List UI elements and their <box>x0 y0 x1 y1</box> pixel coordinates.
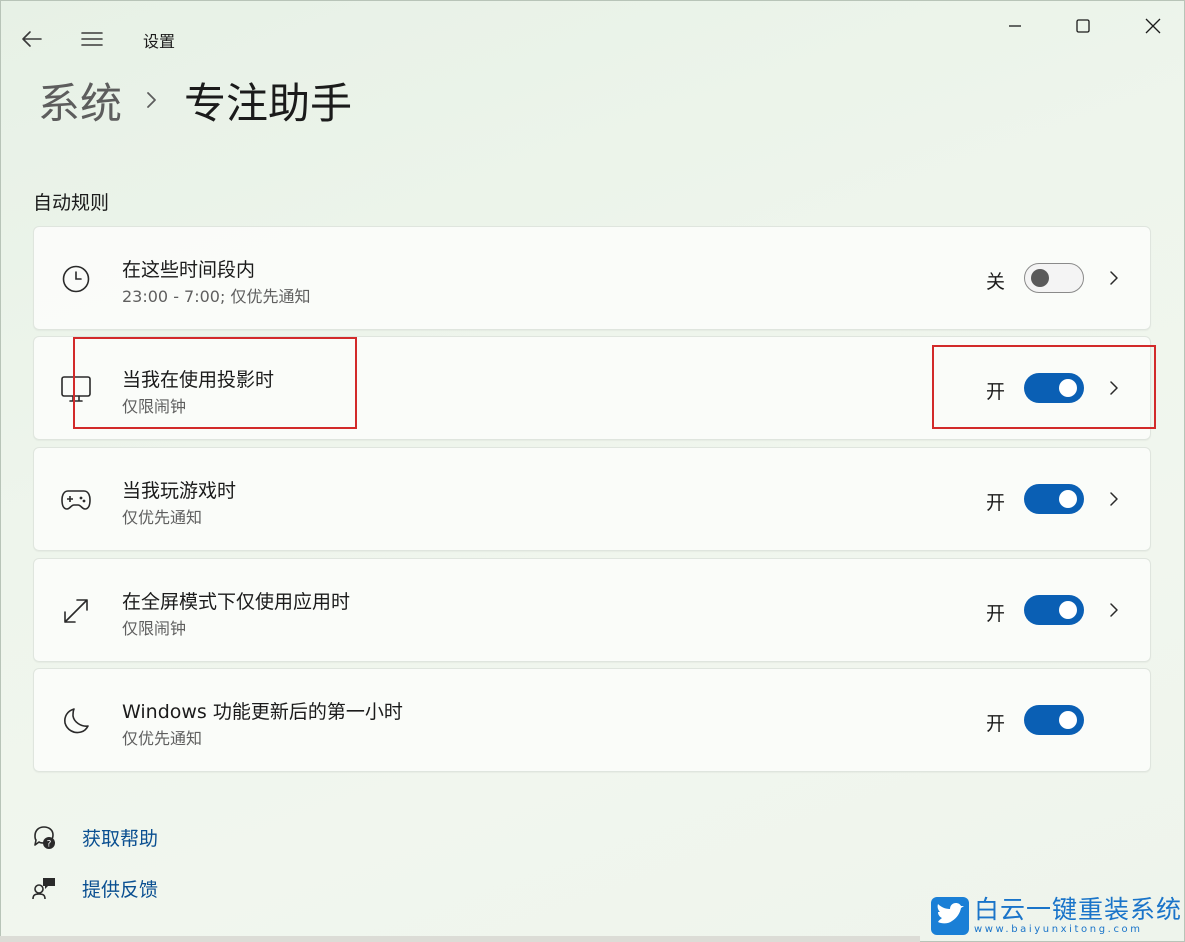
rule-card-fullscreen[interactable]: 在全屏模式下仅使用应用时 仅限闹钟 开 <box>33 558 1151 662</box>
toggle-state-label: 开 <box>986 381 1006 403</box>
get-help-row[interactable]: ? 获取帮助 <box>30 823 158 851</box>
rule-toggle[interactable] <box>1024 373 1084 403</box>
close-button[interactable] <box>1130 4 1176 48</box>
taskbar-strip <box>0 936 920 942</box>
clock-icon <box>58 261 94 297</box>
section-title: 自动规则 <box>33 192 110 214</box>
chevron-right-icon[interactable] <box>1104 375 1124 401</box>
rule-subtitle: 仅优先通知 <box>122 729 203 748</box>
minimize-icon <box>1009 25 1021 27</box>
close-icon <box>1145 18 1161 34</box>
moon-icon <box>58 703 94 739</box>
rule-card-gaming[interactable]: 当我玩游戏时 仅优先通知 开 <box>33 447 1151 551</box>
page-title: 专注助手 <box>184 78 353 128</box>
expand-icon <box>58 593 94 629</box>
watermark: 白云一键重装系统 www.baiyunxitong.com <box>930 896 1182 936</box>
arrow-left-icon <box>22 31 42 47</box>
toggle-knob <box>1059 379 1077 397</box>
title-bar: 设置 <box>0 0 1185 70</box>
feedback-link[interactable]: 提供反馈 <box>82 875 158 902</box>
toggle-knob <box>1059 711 1077 729</box>
minimize-button[interactable] <box>992 4 1038 48</box>
back-button[interactable] <box>14 22 50 56</box>
toggle-state-label: 开 <box>986 713 1006 735</box>
chevron-right-icon[interactable] <box>1104 265 1124 291</box>
maximize-icon <box>1076 19 1090 33</box>
rule-subtitle: 23:00 - 7:00; 仅优先通知 <box>122 287 311 306</box>
rule-toggle[interactable] <box>1024 705 1084 735</box>
rule-card-time[interactable]: 在这些时间段内 23:00 - 7:00; 仅优先通知 关 <box>33 226 1151 330</box>
watermark-url: www.baiyunxitong.com <box>974 924 1143 935</box>
feedback-row[interactable]: 提供反馈 <box>30 874 158 902</box>
monitor-icon <box>58 371 94 407</box>
rule-title: Windows 功能更新后的第一小时 <box>122 701 403 723</box>
chevron-right-icon <box>146 90 158 110</box>
chevron-right-icon[interactable] <box>1104 486 1124 512</box>
maximize-button[interactable] <box>1060 4 1106 48</box>
hamburger-icon <box>81 32 103 46</box>
toggle-knob <box>1059 490 1077 508</box>
svg-text:?: ? <box>47 840 52 850</box>
breadcrumb: 系统 专注助手 <box>38 70 352 130</box>
toggle-knob <box>1059 601 1077 619</box>
toggle-state-label: 开 <box>986 603 1006 625</box>
bird-logo-icon <box>931 897 969 935</box>
rule-title: 在这些时间段内 <box>122 259 256 281</box>
breadcrumb-parent[interactable]: 系统 <box>38 70 122 131</box>
rule-toggle[interactable] <box>1024 263 1084 293</box>
toggle-knob <box>1031 268 1049 287</box>
rule-title: 在全屏模式下仅使用应用时 <box>122 591 351 613</box>
rule-card-feature-update[interactable]: Windows 功能更新后的第一小时 仅优先通知 开 <box>33 668 1151 772</box>
rule-title: 当我玩游戏时 <box>122 480 237 502</box>
rule-title: 当我在使用投影时 <box>122 369 275 391</box>
feedback-icon <box>30 874 58 902</box>
window-title: 设置 <box>143 32 176 51</box>
rule-toggle[interactable] <box>1024 484 1084 514</box>
get-help-link[interactable]: 获取帮助 <box>82 824 158 851</box>
rule-toggle[interactable] <box>1024 595 1084 625</box>
gamepad-icon <box>58 482 94 518</box>
toggle-state-label: 开 <box>986 492 1006 514</box>
rule-card-projection[interactable]: 当我在使用投影时 仅限闹钟 开 <box>33 336 1151 440</box>
rule-subtitle: 仅限闹钟 <box>122 397 187 416</box>
chevron-right-icon[interactable] <box>1104 597 1124 623</box>
toggle-state-label: 关 <box>986 271 1006 293</box>
rule-subtitle: 仅优先通知 <box>122 508 203 527</box>
watermark-title: 白云一键重装系统 <box>974 895 1183 924</box>
rule-subtitle: 仅限闹钟 <box>122 619 187 638</box>
navigation-menu-button[interactable] <box>74 22 110 56</box>
help-chat-icon: ? <box>30 823 58 851</box>
